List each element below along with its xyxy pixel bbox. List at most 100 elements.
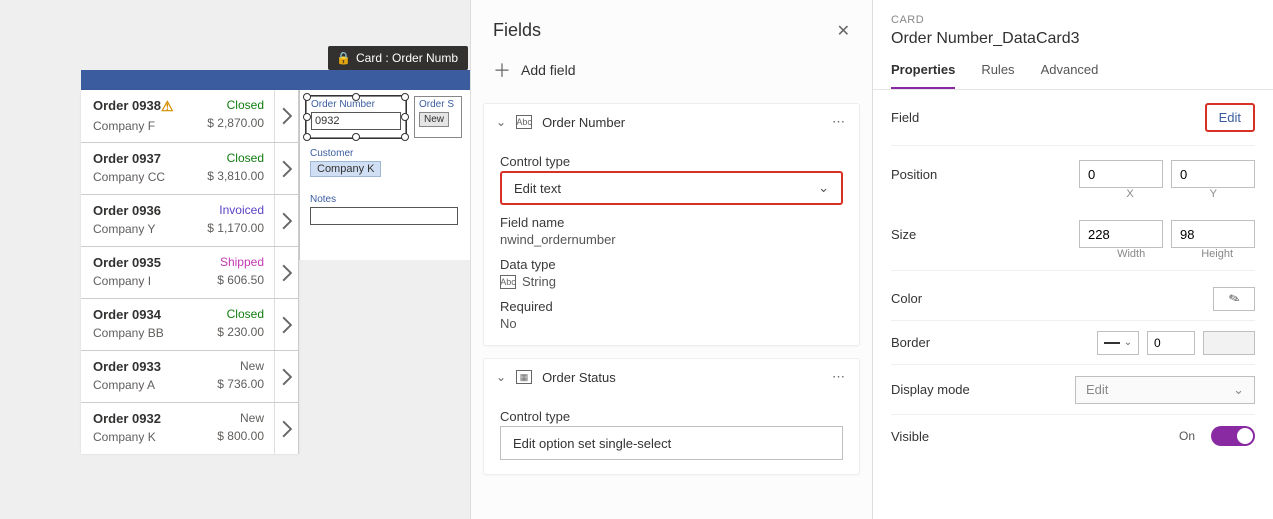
more-icon[interactable]: ⋯ [832,369,847,385]
chevron-right-icon[interactable] [274,403,298,454]
x-axis-label: X [1126,188,1133,200]
add-field-button[interactable]: ＋ Add field [471,49,872,103]
order-row[interactable]: Order 0936 Company Y Invoiced $ 1,170.00 [81,194,298,246]
status-badge: New [419,112,449,127]
panel-title: Order Number_DataCard3 [891,30,1255,48]
required-label: Required [500,299,843,314]
display-mode-label: Display mode [891,382,1001,397]
order-row[interactable]: Order 0933 Company A New $ 736.00 [81,350,298,402]
datacard-notes[interactable]: Notes [306,192,462,234]
chevron-down-icon: ⌄ [496,370,506,384]
chevron-right-icon[interactable] [274,143,298,194]
size-label: Size [891,227,1001,242]
width-input[interactable] [1079,220,1163,248]
card-lock-tooltip: Card : Order Numb [328,46,468,70]
form-header-bar [81,70,470,90]
order-title: Order 0936 [93,203,161,218]
order-row[interactable]: Order 0937 Company CC Closed $ 3,810.00 [81,142,298,194]
order-row[interactable]: Order 0938⚠ Company F Closed $ 2,870.00 [81,90,298,142]
form-preview: Order Number 0932 Order S New Customer C… [299,90,470,260]
order-status: Closed [207,151,264,165]
tab-advanced[interactable]: Advanced [1041,62,1099,89]
abc-type-icon: Abc [500,275,516,289]
field-group-order-number: ⌄ Abc Order Number ⋯ Control type Edit t… [483,103,860,346]
notes-input[interactable] [310,207,458,225]
field-label: Order S [415,97,461,110]
width-axis-label: Width [1117,248,1145,260]
field-group-name: Order Status [542,370,616,385]
field-group-header[interactable]: ⌄ ▦ Order Status ⋯ [484,359,859,395]
order-status: New [217,411,264,425]
field-label: Notes [306,192,462,205]
order-row[interactable]: Order 0932 Company K New $ 800.00 [81,402,298,454]
order-price: $ 736.00 [217,377,264,391]
chevron-right-icon[interactable] [274,299,298,350]
height-axis-label: Height [1201,248,1233,260]
control-type-value: Edit text [514,181,561,196]
toggle-on-label: On [1179,429,1195,443]
customer-chip[interactable]: Company K [310,161,381,177]
border-color-picker[interactable] [1203,331,1255,355]
order-row[interactable]: Order 0935 Company I Shipped $ 606.50 [81,246,298,298]
control-type-label: Control type [500,154,843,169]
control-type-label: Control type [500,409,843,424]
control-type-select[interactable]: Edit text ⌄ [500,171,843,205]
close-icon[interactable]: ✕ [837,21,850,41]
order-price: $ 230.00 [217,325,264,339]
order-company: Company I [93,274,161,288]
field-group-order-status: ⌄ ▦ Order Status ⋯ Control type Edit opt… [483,358,860,475]
field-name-value: nwind_ordernumber [500,232,843,247]
warning-icon: ⚠ [161,98,174,115]
border-label: Border [891,335,1001,350]
border-style-select[interactable]: ⌄ [1097,331,1139,355]
order-row[interactable]: Order 0934 Company BB Closed $ 230.00 [81,298,298,350]
control-type-select[interactable]: Edit option set single-select [500,426,843,460]
datacard-customer[interactable]: Customer Company K [306,146,462,186]
control-type-value: Edit option set single-select [513,436,671,451]
order-title: Order 0938⚠ [93,98,174,115]
display-mode-value: Edit [1086,382,1108,397]
field-label: Customer [306,146,462,159]
order-status: Closed [207,98,264,112]
chevron-right-icon[interactable] [274,195,298,246]
color-label: Color [891,291,1001,306]
height-input[interactable] [1171,220,1255,248]
display-mode-select[interactable]: Edit ⌄ [1075,376,1255,404]
order-status: Closed [217,307,264,321]
position-y-input[interactable] [1171,160,1255,188]
y-axis-label: Y [1210,188,1217,200]
fields-panel: Fields ✕ ＋ Add field ⌄ Abc Order Number … [470,0,873,519]
order-title: Order 0934 [93,307,164,322]
position-label: Position [891,167,1001,182]
order-company: Company K [93,430,161,444]
chevron-right-icon[interactable] [274,247,298,298]
datacard-order-number[interactable]: Order Number 0932 [306,96,406,138]
visible-toggle[interactable] [1211,426,1255,446]
edit-field-button[interactable]: Edit [1205,103,1255,132]
data-type-value: Abc String [500,274,843,289]
field-label: Field [891,110,1001,125]
chevron-right-icon[interactable] [274,90,298,142]
order-price: $ 2,870.00 [207,116,264,130]
order-title: Order 0935 [93,255,161,270]
order-price: $ 1,170.00 [207,221,264,235]
field-group-header[interactable]: ⌄ Abc Order Number ⋯ [484,104,859,140]
order-number-input[interactable]: 0932 [311,112,401,130]
order-price: $ 3,810.00 [207,169,264,183]
more-icon[interactable]: ⋯ [832,114,847,130]
border-width-input[interactable] [1147,331,1195,355]
properties-tabs: Properties Rules Advanced [873,54,1273,90]
order-status: New [217,359,264,373]
order-company: Company Y [93,222,161,236]
fields-panel-title: Fields [493,20,541,41]
position-x-input[interactable] [1079,160,1163,188]
abc-type-icon: Abc [516,115,532,129]
chevron-down-icon: ⌄ [818,180,829,196]
tab-properties[interactable]: Properties [891,62,955,89]
color-picker-button[interactable]: ✎ [1213,287,1255,311]
tab-rules[interactable]: Rules [981,62,1014,89]
order-price: $ 800.00 [217,429,264,443]
chevron-right-icon[interactable] [274,351,298,402]
order-gallery[interactable]: Order 0938⚠ Company F Closed $ 2,870.00 … [81,90,299,454]
datacard-order-status[interactable]: Order S New [414,96,462,138]
